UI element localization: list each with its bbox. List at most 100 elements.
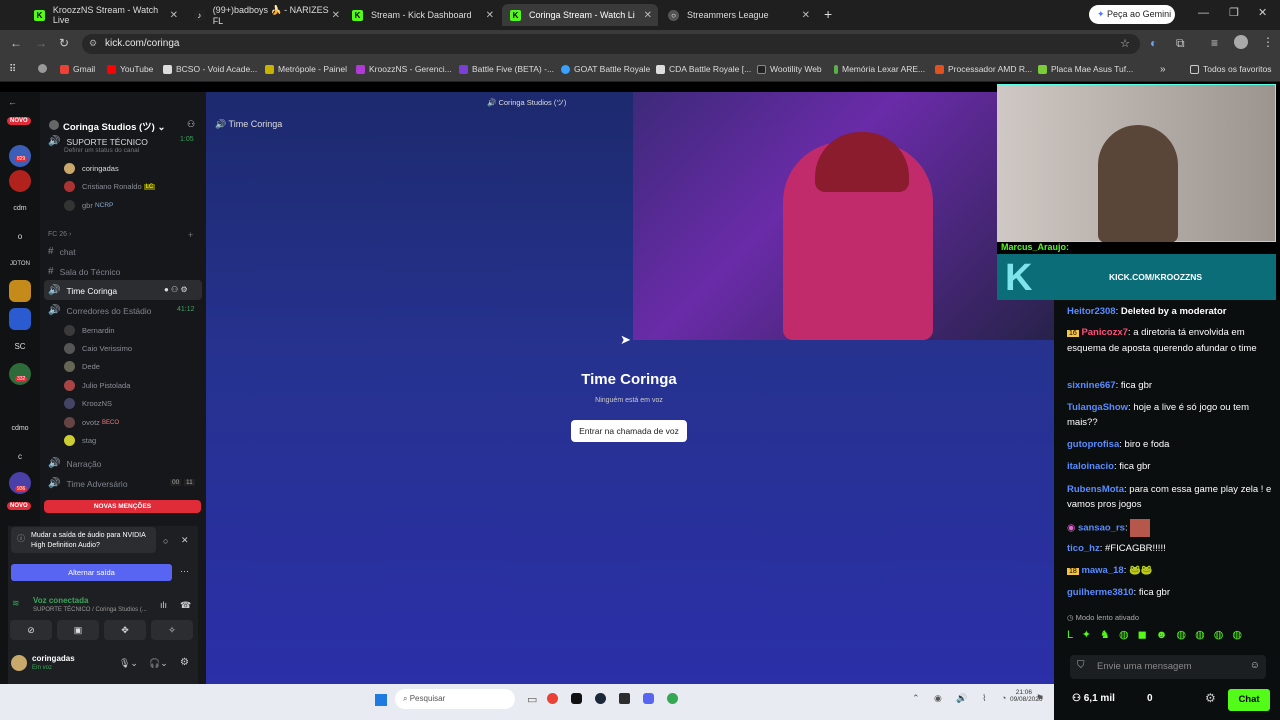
- channel-sala-do-tecnico[interactable]: # Sala do Técnico: [48, 266, 120, 277]
- user-name[interactable]: coringadas: [32, 654, 75, 663]
- close-icon[interactable]: ✕: [486, 10, 494, 21]
- explorer-icon[interactable]: ▭: [527, 693, 537, 706]
- server-icon[interactable]: cdm: [9, 198, 31, 220]
- bookmark-battle-five[interactable]: Battle Five (BETA) -...: [459, 64, 554, 74]
- tab-kick-dashboard[interactable]: K Stream - Kick Dashboard ✕: [344, 4, 500, 26]
- server-icon[interactable]: cdmo: [9, 418, 31, 440]
- voice-member[interactable]: ovotz BECO: [64, 417, 119, 428]
- tab-streammers-league[interactable]: ○ Streammers League ✕: [660, 4, 816, 26]
- message-input[interactable]: ⛉ Envie uma mensagem ☺: [1070, 655, 1266, 679]
- url-omnibox[interactable]: ⚙ kick.com/coringa ☆: [82, 34, 1140, 54]
- taskbar-search[interactable]: ⌕ Pesquisar: [395, 689, 515, 709]
- gemini-button[interactable]: ✦ Peça ao Gemini: [1089, 5, 1175, 24]
- server-icon[interactable]: [9, 308, 31, 330]
- url-text[interactable]: kick.com/coringa: [105, 38, 179, 49]
- site-info-icon[interactable]: ⚙: [89, 38, 97, 49]
- bookmark-metropole[interactable]: Metrópole - Painel: [265, 64, 347, 74]
- channel-time-coringa[interactable]: 🔊 Time Coringa: [48, 285, 117, 296]
- discord-icon[interactable]: [643, 693, 654, 704]
- add-friend-icon[interactable]: ⚇: [187, 119, 195, 130]
- forward-icon[interactable]: →: [35, 36, 47, 50]
- profile-avatar[interactable]: [1234, 35, 1248, 49]
- channel-corredores[interactable]: 🔊 Corredores do Estádio: [48, 305, 152, 316]
- server-icon[interactable]: JDTON: [9, 253, 31, 275]
- headphones-icon[interactable]: 🎧⌄: [149, 658, 168, 669]
- bookmark-amd[interactable]: Processador AMD R...: [935, 64, 1032, 74]
- back-icon[interactable]: ←: [10, 36, 22, 50]
- category-header[interactable]: FC 26 ›: [48, 231, 71, 238]
- voice-member[interactable]: Dede: [64, 361, 100, 372]
- apps-icon[interactable]: ⠿: [9, 64, 16, 75]
- screen-share-icon[interactable]: ▣: [57, 620, 99, 640]
- windows-start-icon[interactable]: [375, 694, 387, 706]
- bookmark-gmail[interactable]: Gmail: [60, 64, 95, 74]
- restore-button[interactable]: ❐: [1229, 6, 1239, 19]
- voice-member[interactable]: gbr NCRP: [64, 200, 113, 211]
- steam-icon[interactable]: [595, 693, 606, 704]
- settings-icon[interactable]: ⚙: [1205, 691, 1216, 705]
- soundboard-icon[interactable]: ✧: [151, 620, 193, 640]
- emoji-icon[interactable]: ☺: [1250, 660, 1260, 671]
- tab-coringa[interactable]: K Coringa Stream - Watch Li ✕: [502, 4, 658, 26]
- voice-connected-label[interactable]: Voz conectada: [33, 596, 88, 605]
- chat-send-button[interactable]: Chat: [1228, 689, 1270, 711]
- channel-time-adversario[interactable]: 🔊 Time Adversário: [48, 478, 128, 489]
- voice-member[interactable]: Cristiano Ronaldo LC: [64, 181, 156, 192]
- add-channel-icon[interactable]: +: [188, 230, 193, 240]
- server-icon[interactable]: [9, 170, 31, 192]
- chat-username[interactable]: Marcus_Araujo:: [997, 242, 1276, 254]
- new-tab-button[interactable]: +: [824, 6, 832, 22]
- close-icon[interactable]: ✕: [802, 10, 810, 21]
- bookmark-asus[interactable]: Placa Mae Asus Tuf...: [1038, 64, 1133, 74]
- bookmark-goat[interactable]: GOAT Battle Royale: [561, 64, 650, 74]
- switch-output-button[interactable]: Alternar saída: [11, 564, 172, 581]
- voice-member[interactable]: Julio Pistolada: [64, 380, 130, 391]
- server-name[interactable]: Coringa Studios (ツ) ⌄: [63, 119, 165, 133]
- close-window-button[interactable]: ✕: [1258, 6, 1267, 19]
- close-icon[interactable]: ✕: [332, 10, 340, 21]
- back-arrow-icon[interactable]: ←: [8, 97, 17, 107]
- channel-actions-icons[interactable]: ● ⚇ ⚙: [164, 285, 188, 294]
- channel-suporte[interactable]: 🔊 SUPORTE TÉCNICO: [48, 136, 148, 147]
- media-icon[interactable]: ≡: [1211, 36, 1218, 50]
- bookmark-kroozzns[interactable]: KroozzNS - Gerenci...: [356, 64, 452, 74]
- emote-bar[interactable]: L ✦ ♞ ◍ ◼ ☻ ◍ ◍ ◍ ◍: [1067, 628, 1245, 641]
- extension-icon[interactable]: ◐: [1150, 36, 1157, 50]
- new-mentions-button[interactable]: NOVAS MENÇÕES: [44, 500, 201, 513]
- disconnect-icon[interactable]: ☎: [180, 600, 191, 611]
- voice-member[interactable]: KroozNS: [64, 398, 112, 409]
- menu-icon[interactable]: ⋮: [1262, 35, 1274, 49]
- tab-kroozzns[interactable]: K KroozzNS Stream - Watch Live ✕: [26, 4, 184, 26]
- activities-icon[interactable]: ✥: [104, 620, 146, 640]
- bookmark-cda[interactable]: CDA Battle Royale [...: [656, 64, 751, 74]
- chrome-icon[interactable]: [38, 64, 51, 73]
- more-options-icon[interactable]: ⋯: [180, 566, 189, 577]
- minimize-button[interactable]: —: [1198, 7, 1209, 19]
- close-icon[interactable]: ✕: [170, 10, 178, 21]
- bookmark-wootility[interactable]: Wootility Web: [757, 64, 822, 74]
- voice-member[interactable]: coringadas: [64, 163, 119, 174]
- notification-icon[interactable]: ⚑: [1036, 693, 1044, 704]
- settings-icon[interactable]: ⚙: [180, 657, 189, 668]
- close-icon[interactable]: ✕: [644, 10, 652, 21]
- avatar[interactable]: [11, 655, 27, 671]
- all-bookmarks-folder[interactable]: Todos os favoritos: [1190, 64, 1272, 74]
- bookmark-youtube[interactable]: YouTube: [107, 64, 153, 74]
- server-icon[interactable]: [9, 280, 31, 302]
- more-bookmarks-icon[interactable]: »: [1160, 64, 1166, 75]
- bookmark-lexar[interactable]: Memória Lexar ARE...: [834, 64, 925, 74]
- voice-member[interactable]: stag: [64, 435, 96, 446]
- server-icon[interactable]: SC: [9, 336, 31, 358]
- channel-chat[interactable]: # chat: [48, 246, 76, 257]
- join-voice-button[interactable]: Entrar na chamada de voz: [571, 420, 687, 442]
- channel-narracao[interactable]: 🔊 Narração: [48, 458, 101, 469]
- chrome-icon[interactable]: [667, 693, 678, 704]
- voice-channel-path[interactable]: SUPORTE TÉCNICO / Coringa Studios (...: [33, 607, 147, 613]
- tray-icons[interactable]: ⌃ ◉ 🔊 ⌇ ◔: [912, 693, 1012, 704]
- voice-member[interactable]: Caio Verissimo: [64, 343, 132, 354]
- noise-icon[interactable]: ılı: [160, 600, 167, 610]
- clock[interactable]: 21:06 09/08/2026: [1010, 689, 1043, 703]
- channel-status[interactable]: Definir um status do canal: [64, 147, 139, 154]
- chrome-icon[interactable]: [547, 693, 558, 704]
- server-icon[interactable]: o: [9, 226, 31, 248]
